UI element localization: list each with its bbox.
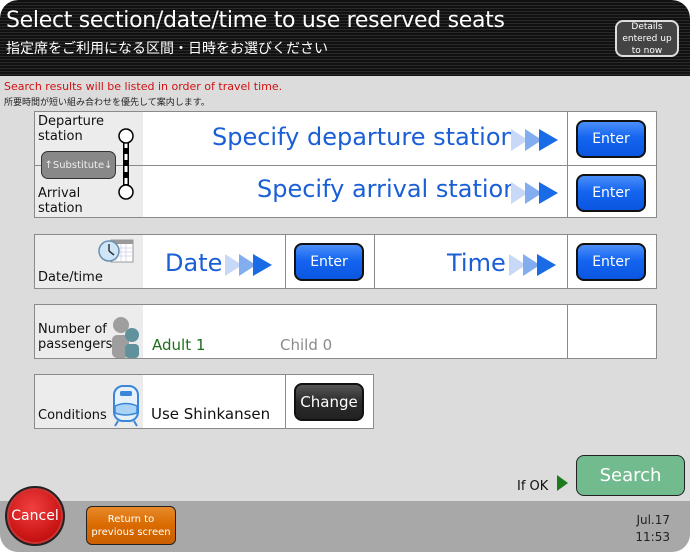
notice-japanese: 所要時間が短い組み合わせを優先して案内します。 [4, 98, 210, 108]
divider [374, 235, 375, 288]
child-count[interactable]: Child 0 [280, 336, 332, 354]
arrival-station-label: Arrival station [38, 186, 83, 216]
current-time: 11:53 [635, 530, 670, 544]
search-button[interactable]: Search [576, 455, 685, 496]
forward-arrows-icon [511, 182, 558, 204]
forward-arrows-icon [225, 254, 272, 276]
divider [285, 235, 286, 288]
conditions-label: Conditions [38, 408, 107, 423]
station-panel: Departure station Arrival station Specif… [34, 111, 657, 218]
shinkansen-icon [113, 385, 139, 427]
screen: Select section/date/time to use reserved… [0, 0, 690, 552]
forward-arrows-icon [511, 129, 558, 151]
datetime-label: Date/time [38, 270, 103, 285]
forward-arrows-icon [509, 254, 556, 276]
arrival-enter-button[interactable]: Enter [576, 174, 646, 212]
arrival-station-prompt[interactable]: Specify arrival station [257, 175, 518, 203]
date-prompt[interactable]: Date [165, 249, 222, 277]
time-enter-button[interactable]: Enter [576, 243, 646, 281]
departure-station-prompt[interactable]: Specify departure station [212, 123, 516, 151]
time-prompt[interactable]: Time [447, 249, 506, 277]
conditions-panel: Conditions Use Shinkansen Change [34, 374, 374, 429]
play-arrow-icon [557, 475, 568, 491]
page-title: Select section/date/time to use reserved… [6, 8, 505, 33]
substitute-stations-button[interactable]: ↑Substitute↓ [41, 151, 116, 179]
notice-english: Search results will be listed in order o… [4, 80, 283, 93]
divider [567, 112, 568, 217]
datetime-panel: Date/time Date Enter Time Enter [34, 234, 657, 289]
departure-station-label: Departure station [38, 114, 104, 144]
passengers-icon [112, 317, 139, 358]
divider [567, 305, 568, 358]
cancel-button[interactable]: Cancel [5, 486, 65, 546]
divider [567, 235, 568, 288]
change-conditions-button[interactable]: Change [294, 383, 364, 421]
adult-count[interactable]: Adult 1 [152, 336, 205, 354]
route-line-icon [118, 128, 134, 200]
date-enter-button[interactable]: Enter [294, 243, 364, 281]
details-entered-button[interactable]: Details entered up to now [615, 20, 679, 57]
clock-calendar-icon [98, 239, 134, 263]
passengers-label: Number of passengers [38, 322, 113, 352]
header-bar: Select section/date/time to use reserved… [0, 0, 690, 76]
page-subtitle: 指定席をご利用になる区間・日時をお選びください [6, 41, 328, 57]
divider [285, 375, 286, 428]
return-previous-button[interactable]: Return to previous screen [86, 506, 176, 545]
passengers-panel[interactable]: Number of passengers Adult 1 Child 0 [34, 304, 657, 359]
if-ok-label: If OK [517, 479, 549, 494]
current-date: Jul.17 [636, 513, 670, 527]
conditions-value: Use Shinkansen [151, 405, 271, 423]
departure-enter-button[interactable]: Enter [576, 120, 646, 158]
